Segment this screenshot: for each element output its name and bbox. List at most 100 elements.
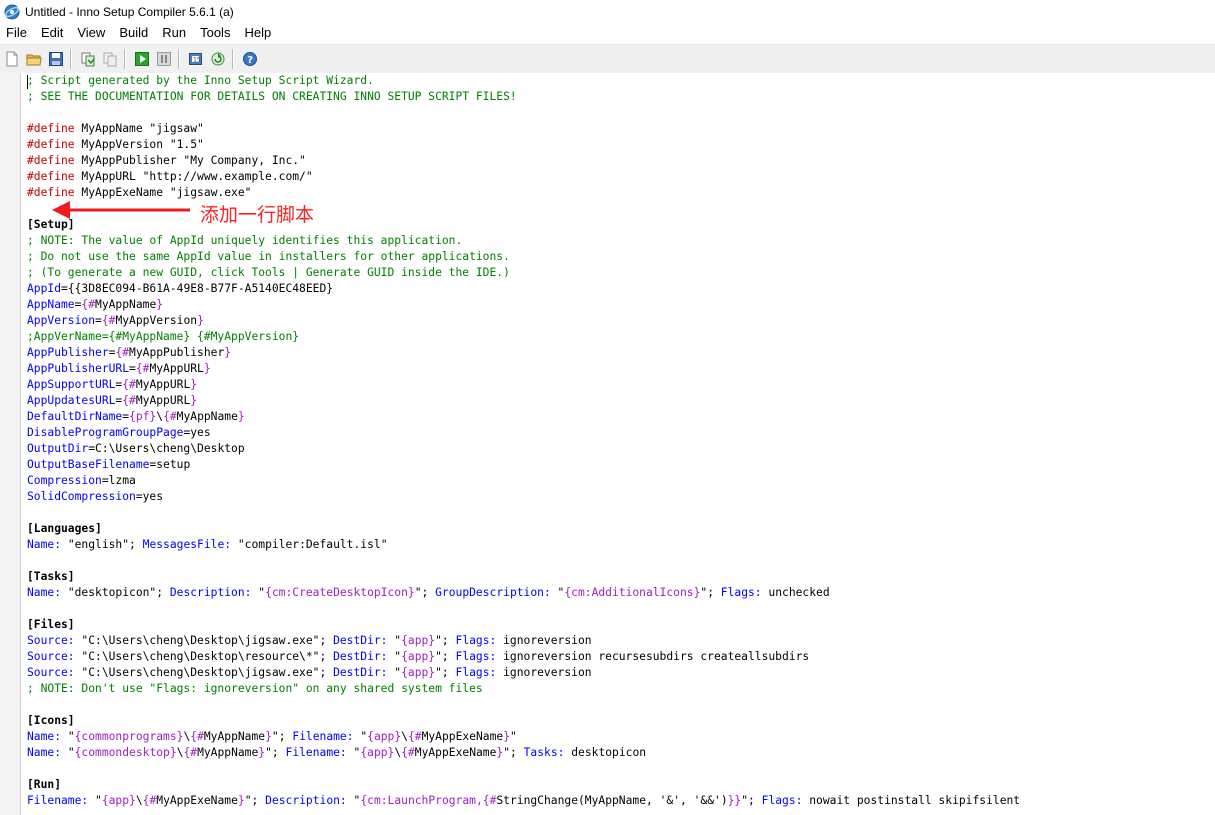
- code-token-const: }: [190, 394, 198, 407]
- code-line[interactable]: #define MyAppPublisher "My Company, Inc.…: [27, 153, 1215, 169]
- text-caret: [27, 75, 28, 89]
- help-button[interactable]: ?: [240, 49, 260, 69]
- menu-edit[interactable]: Edit: [34, 23, 70, 43]
- code-token-text: ": [251, 586, 266, 599]
- target-button[interactable]: 15: [186, 49, 206, 69]
- code-line[interactable]: #define MyAppURL "http://www.example.com…: [27, 169, 1215, 185]
- code-token-const: {cm:AdditionalIcons}: [564, 586, 701, 599]
- menu-build[interactable]: Build: [112, 23, 155, 43]
- code-line[interactable]: ; Script generated by the Inno Setup Scr…: [27, 73, 1215, 89]
- menu-file[interactable]: File: [0, 23, 34, 43]
- code-token-text: ignoreversion: [496, 634, 592, 647]
- code-line[interactable]: Name: "desktopicon"; Description: "{cm:C…: [27, 585, 1215, 601]
- code-line[interactable]: AppName={#MyAppName}: [27, 297, 1215, 313]
- code-line[interactable]: Filename: "{app}\{#MyAppExeName}"; Descr…: [27, 793, 1215, 809]
- code-line[interactable]: AppUpdatesURL={#MyAppURL}: [27, 393, 1215, 409]
- code-token-comment: ; NOTE: Don't use "Flags: ignoreversion"…: [27, 682, 483, 695]
- toolbar-separator: [232, 49, 234, 69]
- code-token-key: Name:: [27, 746, 62, 759]
- script-editor[interactable]: ; Script generated by the Inno Setup Scr…: [0, 73, 1215, 815]
- code-token-key: Name:: [27, 586, 62, 599]
- code-line[interactable]: #define MyAppExeName "jigsaw.exe": [27, 185, 1215, 201]
- menu-help[interactable]: Help: [237, 23, 278, 43]
- code-line[interactable]: AppId={{3D8EC094-B61A-49E8-B77F-A5140EC4…: [27, 281, 1215, 297]
- menu-tools[interactable]: Tools: [193, 23, 237, 43]
- code-line[interactable]: Compression=lzma: [27, 473, 1215, 489]
- new-file-icon: [4, 51, 20, 67]
- stop-compile-button[interactable]: [100, 49, 120, 69]
- code-line[interactable]: DefaultDirName={pf}\{#MyAppName}: [27, 409, 1215, 425]
- code-line[interactable]: ;AppVerName={#MyAppName} {#MyAppVersion}: [27, 329, 1215, 345]
- code-token-text: MyAppName: [197, 746, 259, 759]
- code-line[interactable]: #define MyAppName "jigsaw": [27, 121, 1215, 137]
- new-file-button[interactable]: [2, 49, 22, 69]
- code-token-comment: ; (To generate a new GUID, click Tools |…: [27, 266, 510, 279]
- code-line[interactable]: DisableProgramGroupPage=yes: [27, 425, 1215, 441]
- code-token-pp: #define: [27, 154, 75, 167]
- code-line[interactable]: [Run]: [27, 777, 1215, 793]
- code-line[interactable]: [Languages]: [27, 521, 1215, 537]
- code-line[interactable]: [27, 505, 1215, 521]
- code-line[interactable]: Name: "english"; MessagesFile: "compiler…: [27, 537, 1215, 553]
- code-token-text: MyAppURL: [149, 362, 204, 375]
- code-line[interactable]: ; (To generate a new GUID, click Tools |…: [27, 265, 1215, 281]
- refresh-button[interactable]: [208, 49, 228, 69]
- code-line[interactable]: [27, 105, 1215, 121]
- code-token-key: GroupDescription:: [435, 586, 551, 599]
- code-token-key: DestDir:: [333, 650, 388, 663]
- code-line[interactable]: [27, 553, 1215, 569]
- inno-setup-app-icon: [4, 4, 20, 20]
- code-line[interactable]: Name: "{commondesktop}\{#MyAppName}"; Fi…: [27, 745, 1215, 761]
- compile-button[interactable]: [78, 49, 98, 69]
- code-token-section: [Icons]: [27, 714, 75, 727]
- code-area[interactable]: ; Script generated by the Inno Setup Scr…: [27, 73, 1215, 809]
- open-folder-button[interactable]: [24, 49, 44, 69]
- code-token-text: =yes: [183, 426, 211, 439]
- code-token-text: ";: [244, 794, 266, 807]
- code-line[interactable]: [Tasks]: [27, 569, 1215, 585]
- run-button[interactable]: [132, 49, 152, 69]
- code-line[interactable]: [Icons]: [27, 713, 1215, 729]
- code-line[interactable]: Name: "{commonprograms}\{#MyAppName}"; F…: [27, 729, 1215, 745]
- code-token-key: Source:: [27, 650, 75, 663]
- save-button[interactable]: [46, 49, 66, 69]
- code-line[interactable]: AppSupportURL={#MyAppURL}: [27, 377, 1215, 393]
- code-token-text: "english";: [61, 538, 143, 551]
- code-line[interactable]: Source: "C:\Users\cheng\Desktop\jigsaw.e…: [27, 665, 1215, 681]
- code-line[interactable]: [27, 761, 1215, 777]
- code-token-key: Flags:: [455, 650, 497, 663]
- menu-run[interactable]: Run: [155, 23, 193, 43]
- code-token-text: ": [550, 586, 565, 599]
- code-token-comment: ; Do not use the same AppId value in ins…: [27, 250, 510, 263]
- code-line[interactable]: Source: "C:\Users\cheng\Desktop\jigsaw.e…: [27, 633, 1215, 649]
- code-line[interactable]: ; NOTE: Don't use "Flags: ignoreversion"…: [27, 681, 1215, 697]
- code-token-const: {#: [81, 298, 96, 311]
- code-line[interactable]: AppPublisherURL={#MyAppURL}: [27, 361, 1215, 377]
- code-token-const: {#: [190, 730, 204, 743]
- code-line[interactable]: OutputDir=C:\Users\cheng\Desktop: [27, 441, 1215, 457]
- code-line[interactable]: ; Do not use the same AppId value in ins…: [27, 249, 1215, 265]
- code-line[interactable]: [27, 697, 1215, 713]
- code-line[interactable]: ; NOTE: The value of AppId uniquely iden…: [27, 233, 1215, 249]
- code-line[interactable]: AppVersion={#MyAppVersion}: [27, 313, 1215, 329]
- code-line[interactable]: AppPublisher={#MyAppPublisher}: [27, 345, 1215, 361]
- code-line[interactable]: #define MyAppVersion "1.5": [27, 137, 1215, 153]
- code-line[interactable]: [27, 601, 1215, 617]
- code-token-text: ";: [435, 634, 456, 647]
- code-token-key: Flags:: [455, 634, 497, 647]
- code-token-const: {#: [135, 362, 150, 375]
- code-token-const: {#: [183, 746, 198, 759]
- code-line[interactable]: [Files]: [27, 617, 1215, 633]
- code-token-comment: ; SEE THE DOCUMENTATION FOR DETAILS ON C…: [27, 90, 517, 103]
- code-token-key: Description:: [265, 794, 347, 807]
- code-line[interactable]: Source: "C:\Users\cheng\Desktop\resource…: [27, 649, 1215, 665]
- menu-view[interactable]: View: [70, 23, 112, 43]
- code-token-const: {#: [401, 746, 415, 759]
- code-token-const: {#: [122, 378, 136, 391]
- code-token-text: "compiler:Default.isl": [231, 538, 388, 551]
- code-token-text: ";: [741, 794, 762, 807]
- code-line[interactable]: SolidCompression=yes: [27, 489, 1215, 505]
- code-line[interactable]: ; SEE THE DOCUMENTATION FOR DETAILS ON C…: [27, 89, 1215, 105]
- pause-button[interactable]: [154, 49, 174, 69]
- code-line[interactable]: OutputBaseFilename=setup: [27, 457, 1215, 473]
